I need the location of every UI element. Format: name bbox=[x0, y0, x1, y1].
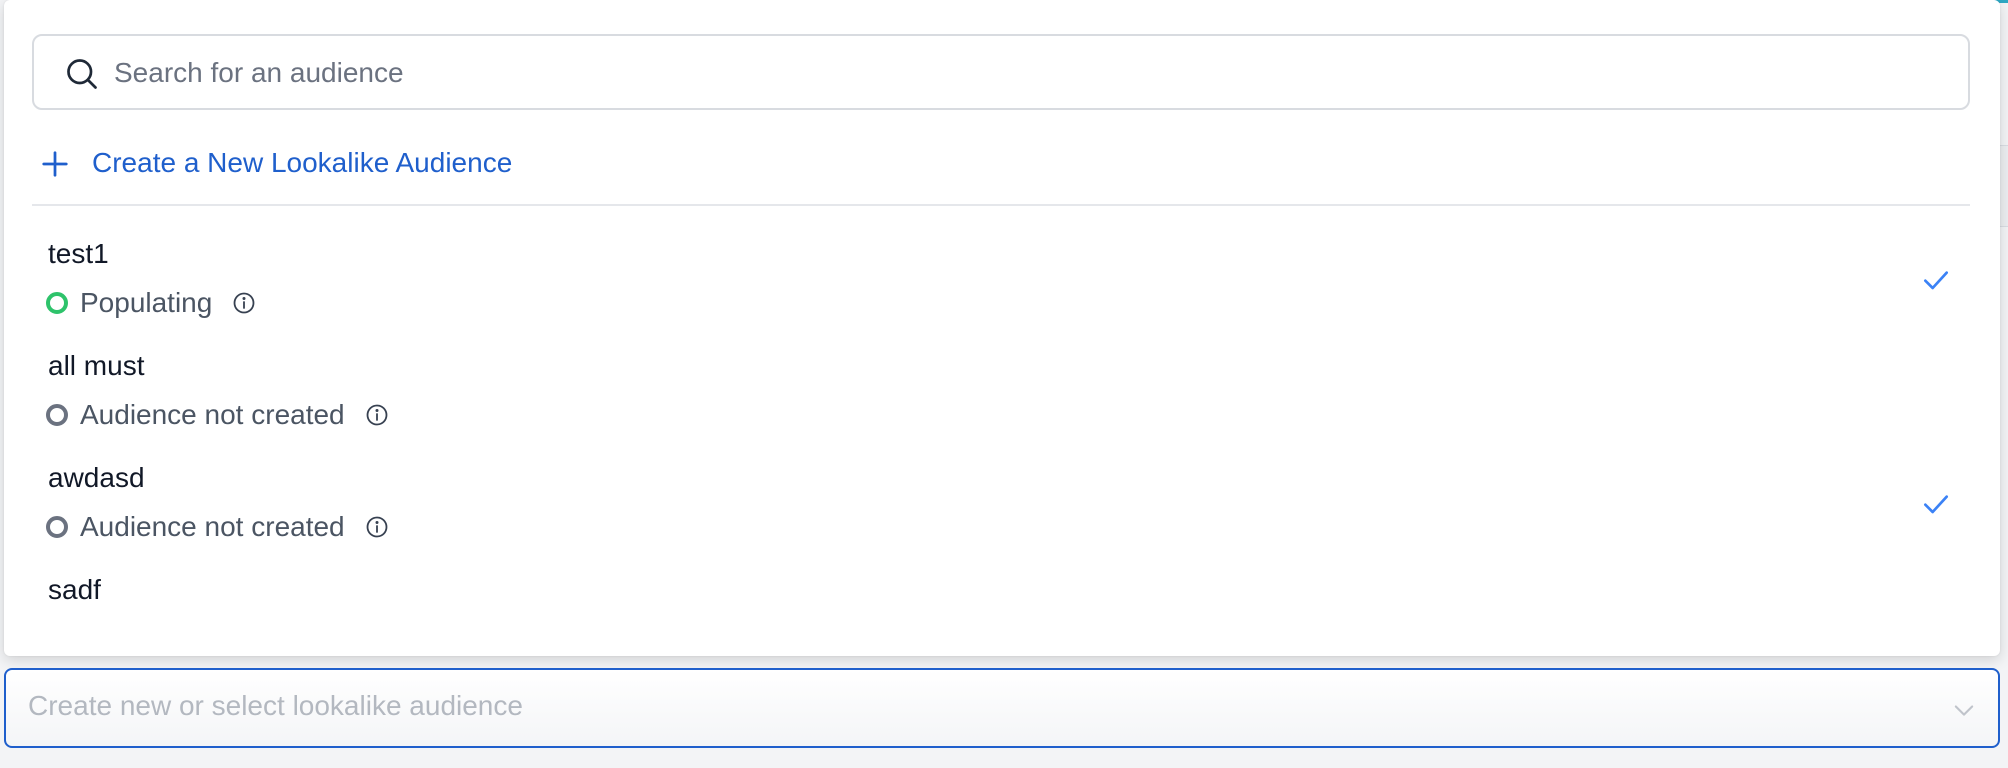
check-icon bbox=[1924, 271, 1948, 290]
audience-list: test1 Populating all must Audience not c… bbox=[32, 210, 1970, 656]
audience-option[interactable]: sadf bbox=[32, 546, 1970, 656]
audience-option[interactable]: test1 Populating bbox=[32, 210, 1970, 322]
create-lookalike-audience-label: Create a New Lookalike Audience bbox=[92, 147, 513, 178]
audience-status-text: Audience not created bbox=[80, 511, 345, 542]
plus-icon bbox=[42, 151, 68, 177]
audience-name: sadf bbox=[48, 574, 101, 605]
status-dot-icon bbox=[46, 516, 68, 538]
audience-option[interactable]: awdasd Audience not created bbox=[32, 434, 1970, 546]
create-lookalike-audience-button[interactable]: Create a New Lookalike Audience bbox=[32, 135, 1970, 199]
info-icon[interactable] bbox=[232, 291, 256, 315]
audience-name: awdasd bbox=[48, 462, 145, 493]
search-box[interactable] bbox=[32, 34, 1970, 110]
lookalike-audience-select[interactable]: Create new or select lookalike audience bbox=[4, 668, 2000, 748]
page: Create a New Lookalike Audience test1 Po… bbox=[0, 0, 2008, 768]
audience-name: all must bbox=[48, 350, 145, 381]
audience-status-text: Populating bbox=[80, 287, 213, 318]
check-icon bbox=[1924, 495, 1948, 514]
audience-name: test1 bbox=[48, 238, 109, 269]
audience-status: Audience not created bbox=[46, 398, 389, 432]
search-input[interactable] bbox=[112, 44, 1936, 102]
search-icon bbox=[67, 59, 97, 89]
status-dot-icon bbox=[46, 404, 68, 426]
status-dot-icon bbox=[46, 292, 68, 314]
divider bbox=[32, 204, 1970, 206]
chevron-down-icon[interactable] bbox=[1950, 696, 1978, 724]
info-icon[interactable] bbox=[365, 403, 389, 427]
info-icon[interactable] bbox=[365, 515, 389, 539]
audience-status: Populating bbox=[46, 286, 256, 320]
audience-option[interactable]: all must Audience not created bbox=[32, 322, 1970, 434]
select-placeholder: Create new or select lookalike audience bbox=[28, 690, 523, 721]
audience-status: Audience not created bbox=[46, 510, 389, 544]
audience-status-text: Audience not created bbox=[80, 399, 345, 430]
audience-dropdown-popover: Create a New Lookalike Audience test1 Po… bbox=[4, 0, 2000, 656]
